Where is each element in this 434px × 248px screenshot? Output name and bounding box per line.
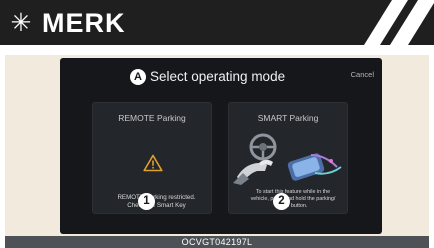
section-title: MERK [42,8,126,38]
callout-2: 2 [273,193,290,210]
section-header: ✳ MERK [0,0,434,45]
warning-icon [143,154,163,172]
remote-parking-message-line1: REMOTE Parking restricted. [117,194,196,201]
screen-header: A Select operating mode [130,67,285,87]
smart-parking-illustration [233,133,342,185]
figure: A Select operating mode Cancel REMOTE Pa… [5,55,429,248]
screen-title: Select operating mode [150,69,286,84]
remote-parking-message: REMOTE Parking restricted. Check the Sma… [105,194,208,210]
figure-code-bar: OCVGT042197L [5,236,429,248]
asterisk-icon: ✳ [10,8,32,37]
hand-icon [233,159,273,185]
remote-parking-title: REMOTE Parking [118,113,186,123]
smart-parking-message: To start this feature while in the vehic… [243,189,343,210]
callout-a: A [130,69,146,85]
cancel-button[interactable]: Cancel [351,70,374,80]
smart-parking-message-line3: view button. [278,203,308,209]
remote-parking-message-line2: Check the Smart Key [127,202,186,209]
smart-parking-message-line2: vehicle, press and hold the parking/ [250,196,336,202]
infotainment-screen: A Select operating mode Cancel REMOTE Pa… [60,58,382,234]
figure-code: OCVGT042197L [181,237,253,247]
smart-parking-message-line1: To start this feature while in the [255,189,331,195]
smart-parking-title: SMART Parking [257,113,319,123]
header-stripes-decoration [364,0,434,45]
callout-1: 1 [138,193,155,210]
steering-wheel-icon [249,133,277,161]
smart-key-icon [287,153,342,181]
page: ✳ MERK A Select operating mode Cancel RE… [0,0,434,248]
